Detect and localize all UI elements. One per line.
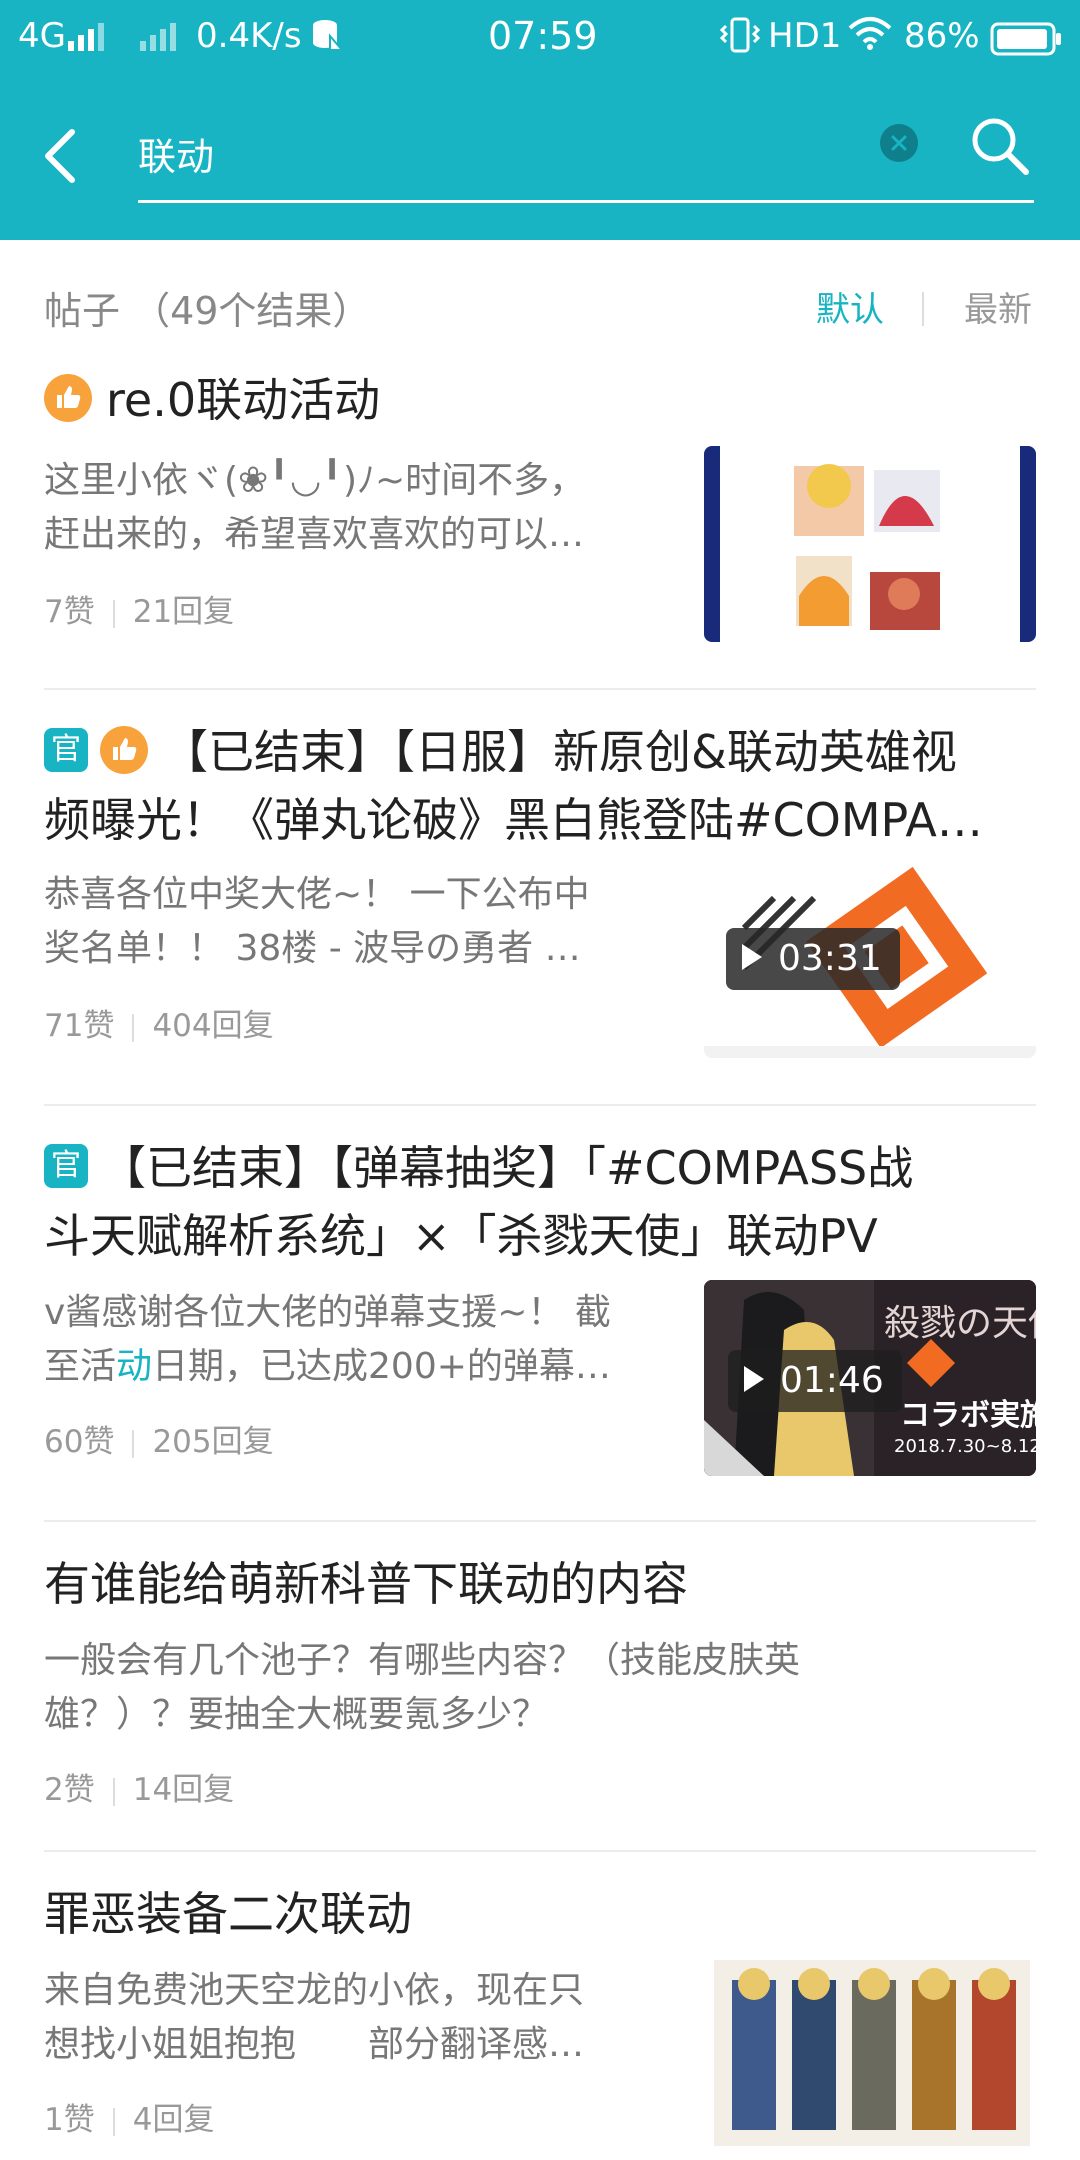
like-count: 2赞 (44, 1772, 95, 1808)
like-count: 60赞 (44, 1424, 115, 1460)
clear-button[interactable] (880, 124, 918, 162)
post-video-thumbnail[interactable]: 殺戮の天使 コラボ実施! 2018.7.30~8.12 01:46 (704, 1280, 1036, 1476)
duration-text: 03:31 (778, 938, 882, 979)
thumb-title: 殺戮の天使 (884, 1303, 1036, 1344)
meta-divider (132, 1429, 135, 1458)
post-excerpt: 一般会有几个池子？有哪些内容？（技能皮肤英 雄？）？要抽全大概要氪多少？ (44, 1634, 1036, 1742)
post-item[interactable]: 罪恶装备二次联动 来自免费池天空龙的小依，现在只 想找小姐姐抱抱 部分翻译感… … (44, 1880, 1036, 2160)
like-count: 71赞 (44, 1008, 115, 1044)
excerpt-line: 想找小姐姐抱抱 部分翻译感… (44, 2024, 585, 2065)
results-count: 帖子 （49个结果） (44, 289, 371, 333)
play-icon (744, 1366, 764, 1392)
excerpt-line: 来自免费池天空龙的小依，现在只 (44, 1970, 585, 2011)
network-speed: 0.4K/s (196, 16, 302, 56)
sort-newest-tab[interactable]: 最新 (964, 282, 1032, 331)
like-count: 7赞 (44, 594, 95, 630)
excerpt-text: 至活 (44, 1346, 117, 1387)
back-button[interactable] (40, 126, 100, 196)
post-video-thumbnail[interactable]: 03:31 (704, 858, 1036, 1058)
search-underline (138, 200, 1034, 203)
chevron-left-icon (45, 129, 75, 183)
divider (44, 1104, 1036, 1106)
divider (44, 1520, 1036, 1522)
post-meta: 60赞 205回复 (44, 1416, 274, 1461)
post-item[interactable]: 官 【已结束】【日服】新原创&联动英雄视 频曝光！《弹丸论破》黑白熊登陆#COMP… (44, 718, 1036, 1090)
thumbs-up-icon (44, 373, 92, 422)
post-excerpt: 这里小依ヾ(❀╹◡╹)ﾉ~时间不多， 赶出来的，希望喜欢喜欢的可以… (44, 454, 684, 562)
search-bar (0, 110, 1080, 210)
excerpt-line: 这里小依ヾ(❀╹◡╹)ﾉ~时间不多， (44, 460, 586, 501)
battery-icon (990, 22, 1064, 65)
thumb-caption: コラボ実施! (900, 1398, 1036, 1433)
excerpt-highlight: 动 (116, 1346, 153, 1387)
video-duration: 03:31 (726, 928, 900, 990)
data-saver-icon (310, 18, 345, 61)
meta-divider (112, 599, 115, 628)
excerpt-line: 恭喜各位中奖大佬~！ 一下公布中 (44, 874, 590, 915)
post-title-line2: 频曝光！《弹丸论破》黑白熊登陆#COMPA… (44, 793, 983, 847)
vibrate-icon (719, 16, 761, 63)
reply-count: 205回复 (152, 1424, 274, 1460)
post-title: 【已结束】【弹幕抽奖】「#COMPASS战 (100, 1141, 914, 1195)
divider (44, 688, 1036, 690)
search-icon (972, 118, 1029, 175)
meta-divider (112, 2107, 115, 2136)
video-duration: 01:46 (728, 1350, 902, 1412)
post-thumbnail[interactable] (714, 1960, 1030, 2156)
post-title-line2: 斗天赋解析系统」×「杀戮天使」联动PV (44, 1209, 878, 1263)
post-meta: 2赞 14回复 (44, 1764, 234, 1809)
signal-secondary-icon (140, 20, 180, 60)
duration-text: 01:46 (780, 1360, 884, 1401)
excerpt-text: 日期，已达成200+的弹幕… (152, 1346, 611, 1387)
post-item[interactable]: 官【已结束】【弹幕抽奖】「#COMPASS战 斗天赋解析系统」×「杀戮天使」联动… (44, 1134, 1036, 1510)
post-title: 有谁能给萌新科普下联动的内容 (44, 1557, 688, 1611)
like-count: 1赞 (44, 2102, 95, 2138)
signal-icon (68, 20, 116, 60)
sort-divider (922, 292, 924, 326)
post-thumbnail[interactable] (704, 446, 1036, 642)
post-title: re.0联动活动 (106, 373, 381, 427)
thumbs-up-icon (100, 725, 148, 774)
app-header: 4G 0.4K/s 07:59 HD1 86% (0, 0, 1080, 240)
meta-divider (132, 1013, 135, 1042)
post-meta: 7赞 21回复 (44, 586, 234, 631)
excerpt-line: 雄？）？要抽全大概要氪多少？ (44, 1694, 549, 1735)
official-badge: 官 (44, 727, 88, 772)
thumb-date: 2018.7.30~8.12 (894, 1436, 1036, 1457)
excerpt-line: 一般会有几个池子？有哪些内容？（技能皮肤英 (44, 1640, 801, 1681)
post-excerpt: v酱感谢各位大佬的弹幕支援~！ 截 至活动日期，已达成200+的弹幕… (44, 1286, 684, 1394)
search-input[interactable] (138, 118, 878, 188)
reply-count: 4回复 (132, 2102, 215, 2138)
divider (44, 1850, 1036, 1852)
post-excerpt: 恭喜各位中奖大佬~！ 一下公布中 奖名单！！ 38楼 - 波导の勇者 … (44, 868, 684, 976)
post-item[interactable]: re.0联动活动 这里小依ヾ(❀╹◡╹)ﾉ~时间不多， 赶出来的，希望喜欢喜欢的… (44, 366, 1036, 686)
reply-count: 404回复 (152, 1008, 274, 1044)
battery-percent: 86% (904, 16, 980, 56)
meta-divider (112, 1777, 115, 1806)
excerpt-line: 赶出来的，希望喜欢喜欢的可以… (44, 514, 585, 555)
post-meta: 71赞 404回复 (44, 1000, 274, 1045)
reply-count: 21回复 (132, 594, 235, 630)
play-icon (742, 944, 762, 970)
post-meta: 1赞 4回复 (44, 2094, 214, 2139)
reply-count: 14回复 (132, 1772, 235, 1808)
search-button[interactable] (968, 114, 1032, 178)
network-type: 4G (18, 16, 66, 56)
post-title: 【已结束】【日服】新原创&联动英雄视 (162, 725, 957, 779)
status-bar: 4G 0.4K/s 07:59 HD1 86% (0, 0, 1080, 74)
clock: 07:59 (488, 14, 598, 58)
wifi-icon (848, 16, 892, 59)
post-item[interactable]: 有谁能给萌新科普下联动的内容 一般会有几个池子？有哪些内容？（技能皮肤英 雄？）… (44, 1550, 1036, 1850)
post-excerpt: 来自免费池天空龙的小依，现在只 想找小姐姐抱抱 部分翻译感… (44, 1964, 684, 2072)
excerpt-line: 至活动日期，已达成200+的弹幕… (44, 1340, 684, 1394)
results-header: 帖子 （49个结果） 默认 最新 (44, 280, 1036, 340)
excerpt-line: v酱感谢各位大佬的弹幕支援~！ 截 (44, 1292, 611, 1333)
close-icon (891, 135, 907, 151)
official-badge: 官 (44, 1143, 88, 1188)
hd-indicator: HD1 (768, 16, 842, 56)
sort-default-tab[interactable]: 默认 (816, 282, 884, 331)
post-title: 罪恶装备二次联动 (44, 1887, 412, 1941)
excerpt-line: 奖名单！！ 38楼 - 波导の勇者 … (44, 928, 581, 969)
